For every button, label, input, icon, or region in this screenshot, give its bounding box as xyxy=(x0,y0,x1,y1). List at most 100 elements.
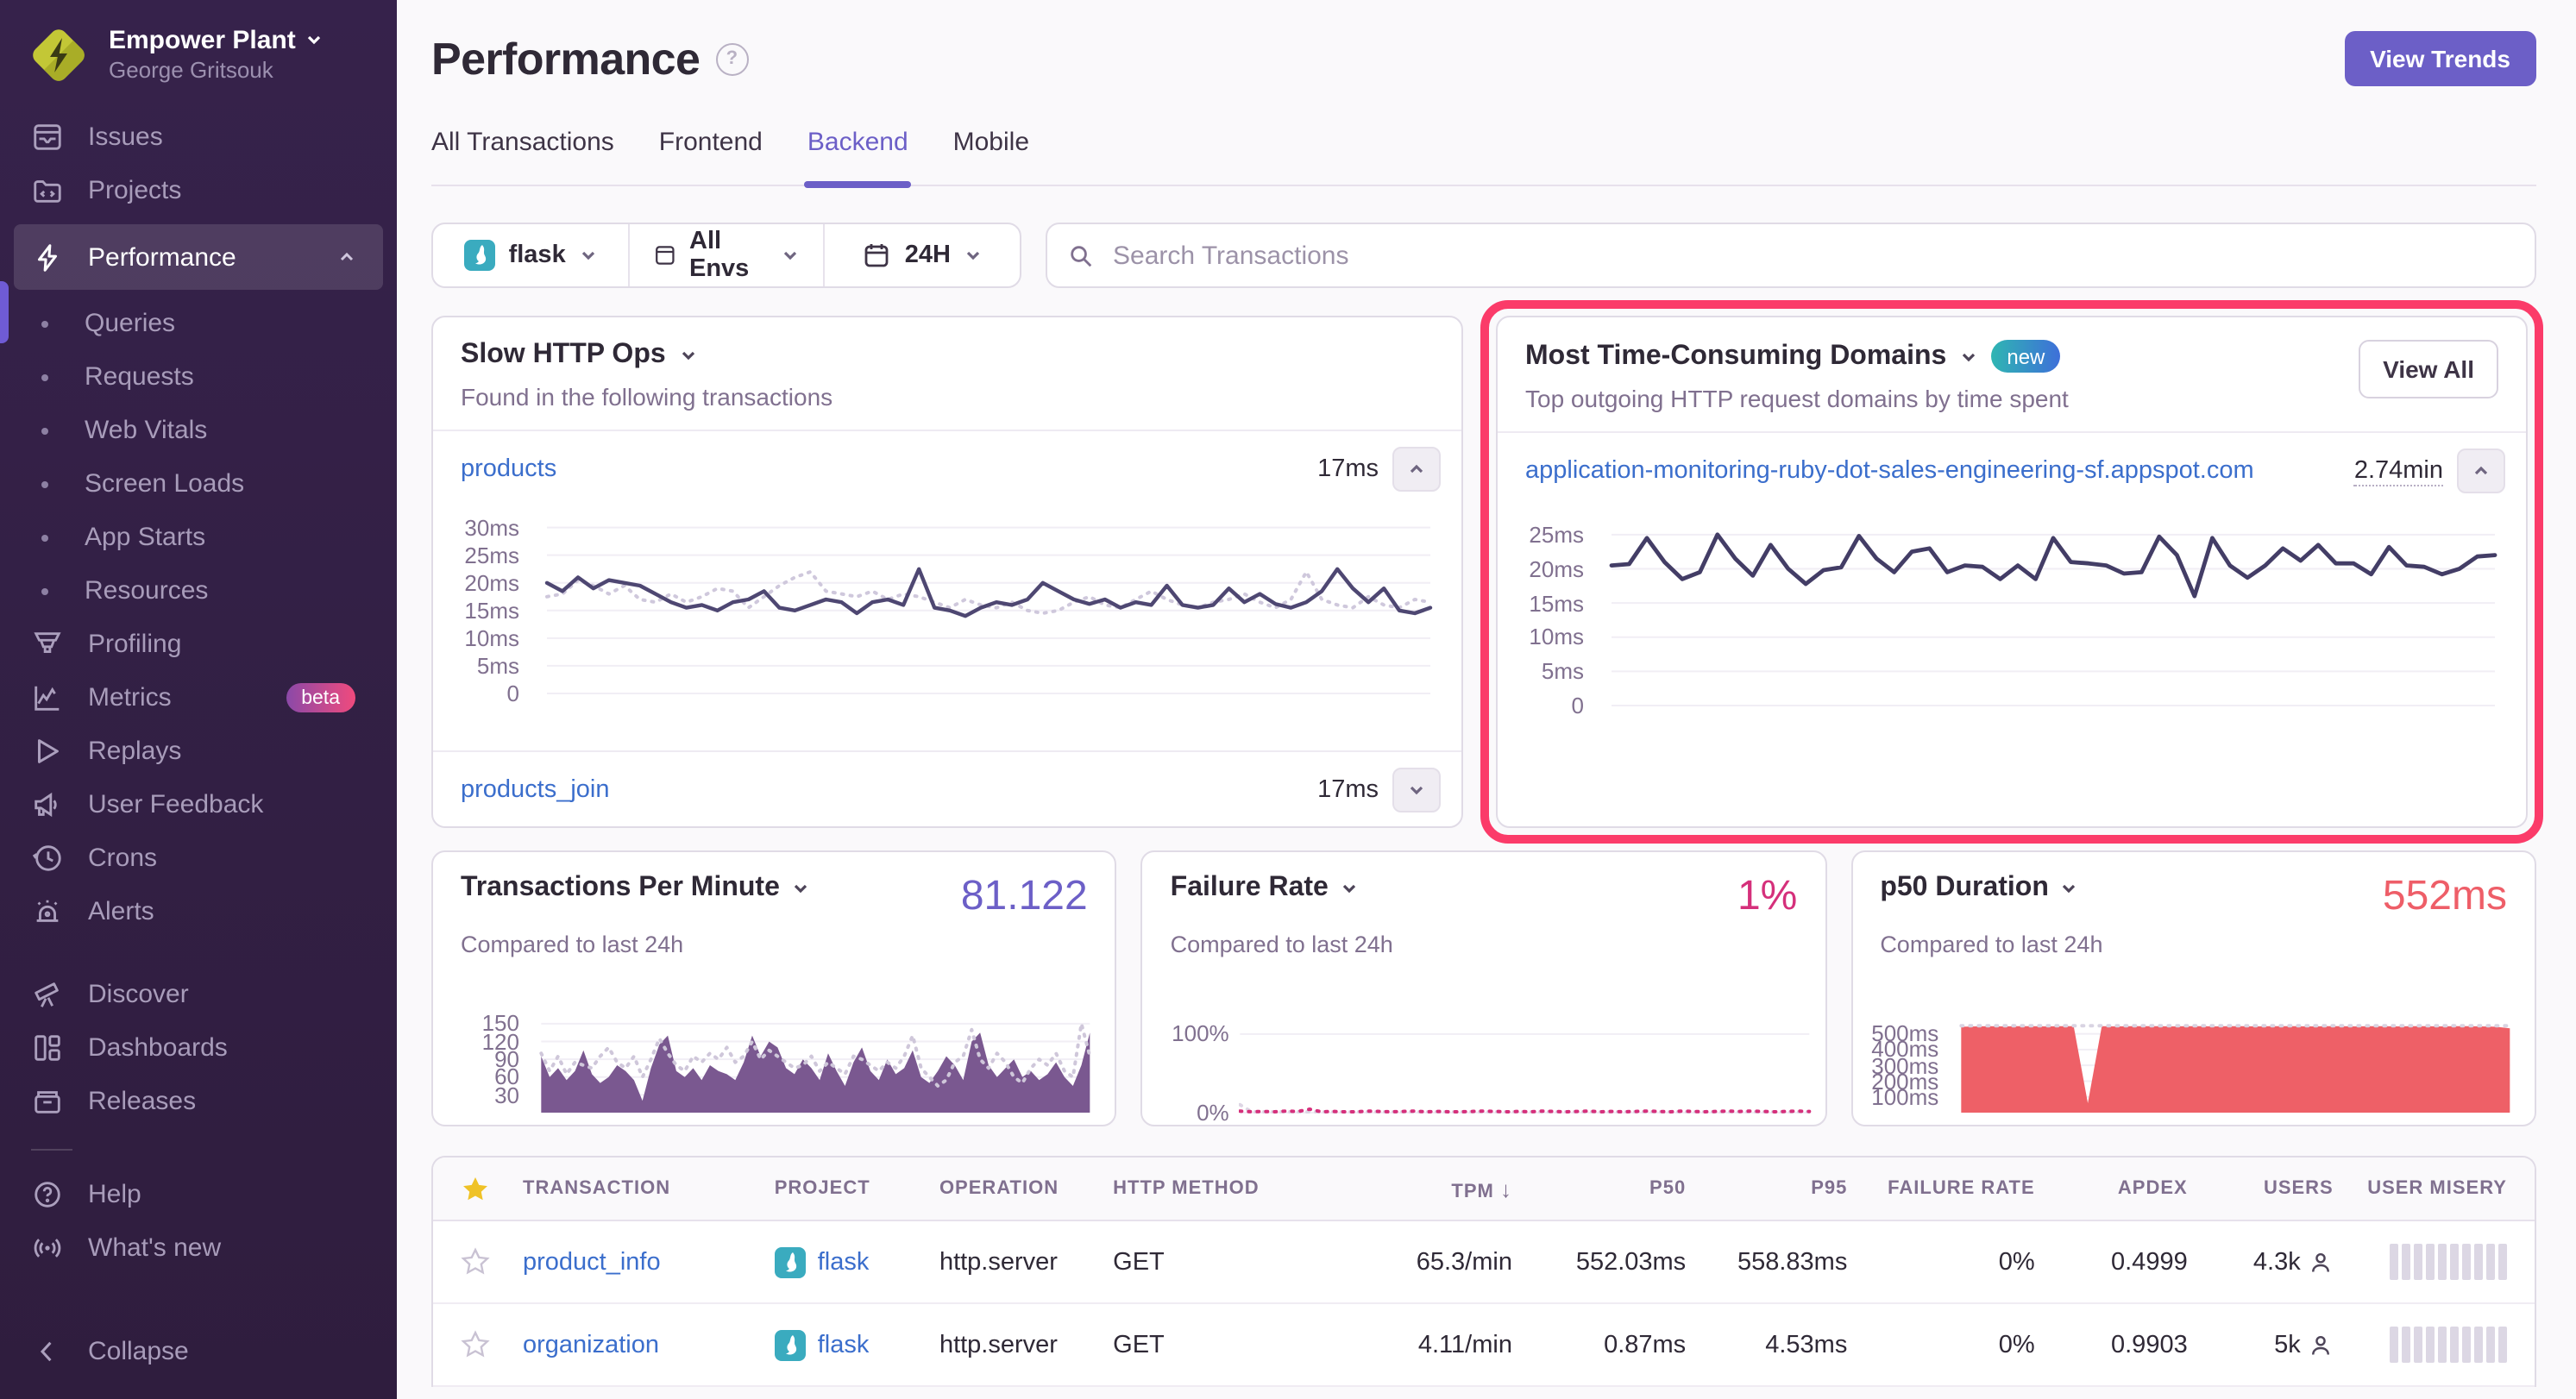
collapse-row-button[interactable] xyxy=(1392,447,1441,492)
new-badge: new xyxy=(1991,340,2060,373)
project-filter[interactable]: flask xyxy=(433,224,627,286)
flask-project-icon xyxy=(464,240,495,271)
transaction-link[interactable]: organization xyxy=(523,1331,659,1358)
col-failure-rate[interactable]: FAILURE RATE xyxy=(1847,1178,2034,1199)
chevron-down-icon xyxy=(782,247,800,264)
slow-http-ops-title[interactable]: Slow HTTP Ops xyxy=(461,340,1434,371)
search-box xyxy=(1046,223,2536,288)
col-http-method[interactable]: HTTP METHOD xyxy=(1113,1178,1295,1199)
failure-rate-title[interactable]: Failure Rate xyxy=(1171,873,1358,904)
sidebar-item-requests[interactable]: Requests xyxy=(0,350,397,404)
col-p95[interactable]: P95 xyxy=(1686,1178,1847,1199)
issues-icon xyxy=(31,121,64,154)
col-p50[interactable]: P50 xyxy=(1512,1178,1686,1199)
domains-chart: 25ms20ms15ms10ms5ms0 xyxy=(1498,507,2526,718)
col-apdex[interactable]: APDEX xyxy=(2035,1178,2188,1199)
filter-group: flask All Envs 24H xyxy=(431,223,1021,288)
search-input[interactable] xyxy=(1109,239,2514,272)
active-nav-accent xyxy=(0,281,9,343)
col-project[interactable]: PROJECT xyxy=(775,1178,939,1199)
performance-icon xyxy=(31,241,64,273)
products-join-link[interactable]: products_join xyxy=(461,776,610,804)
project-link[interactable]: flask xyxy=(818,1331,870,1358)
date-range-filter[interactable]: 24H xyxy=(824,224,1020,286)
domains-subtitle: Top outgoing HTTP request domains by tim… xyxy=(1525,385,2069,412)
chevron-down-icon xyxy=(580,247,597,264)
org-switcher[interactable]: Empower Plant George Gritsouk xyxy=(0,0,397,86)
sidebar-item-replays[interactable]: Replays xyxy=(0,725,397,778)
col-operation[interactable]: OPERATION xyxy=(939,1178,1113,1199)
sidebar-item-queries[interactable]: Queries xyxy=(0,297,397,350)
sidebar-item-projects[interactable]: Projects xyxy=(0,164,397,217)
sidebar-item-user-feedback[interactable]: User Feedback xyxy=(0,778,397,831)
slow-http-ops-subtitle: Found in the following transactions xyxy=(461,383,1434,411)
star-toggle[interactable] xyxy=(461,1330,523,1359)
sidebar-item-resources[interactable]: Resources xyxy=(0,564,397,618)
sidebar-item-help[interactable]: Help xyxy=(0,1168,397,1221)
sidebar-item-screen-loads[interactable]: Screen Loads xyxy=(0,457,397,511)
tpm-title[interactable]: Transactions Per Minute xyxy=(461,873,809,904)
environment-filter[interactable]: All Envs xyxy=(627,224,823,286)
chevron-down-icon xyxy=(792,880,809,897)
project-cell: flask xyxy=(775,1329,939,1360)
sidebar-item-dashboards[interactable]: Dashboards xyxy=(0,1021,397,1075)
org-user: George Gritsouk xyxy=(109,56,273,82)
sidebar-item-web-vitals[interactable]: Web Vitals xyxy=(0,404,397,457)
operation-cell: http.server xyxy=(939,1331,1113,1358)
bullet-icon xyxy=(41,373,48,380)
sidebar-item-releases[interactable]: Releases xyxy=(0,1075,397,1128)
projects-icon xyxy=(31,174,64,207)
sidebar-item-whats-new[interactable]: What's new xyxy=(0,1221,397,1275)
project-link[interactable]: flask xyxy=(818,1248,870,1276)
col-transaction[interactable]: TRANSACTION xyxy=(523,1178,775,1199)
p50-cell: 552.03ms xyxy=(1512,1248,1686,1276)
sidebar-item-discover[interactable]: Discover xyxy=(0,968,397,1021)
sidebar-item-crons[interactable]: Crons xyxy=(0,831,397,885)
slow-http-ops-chart: 30ms25ms20ms15ms10ms5ms0 xyxy=(433,505,1461,706)
failure-rate-cell: 0% xyxy=(1847,1331,2034,1358)
sidebar-nav: Issues Projects Performance Queries Requ… xyxy=(0,110,397,1275)
page-title: Performance xyxy=(431,32,700,85)
sidebar-collapse-button[interactable]: Collapse xyxy=(0,1325,397,1378)
tab-bar: All Transactions Frontend Backend Mobile xyxy=(431,128,2536,186)
metrics-icon xyxy=(31,681,64,714)
view-all-button[interactable]: View All xyxy=(2359,340,2498,398)
tab-frontend[interactable]: Frontend xyxy=(659,128,763,185)
transaction-link[interactable]: product_info xyxy=(523,1248,661,1276)
products-join-duration: 17ms xyxy=(1317,776,1379,804)
sort-desc-icon: ↓ xyxy=(1500,1176,1512,1201)
http-method-cell: GET xyxy=(1113,1331,1295,1358)
expand-row-button[interactable] xyxy=(1392,768,1441,812)
domains-title[interactable]: Most Time-Consuming Domains new xyxy=(1525,340,2069,373)
sidebar-item-profiling[interactable]: Profiling xyxy=(0,618,397,671)
most-time-consuming-domains-card: Most Time-Consuming Domains new Top outg… xyxy=(1496,316,2528,828)
bullet-icon xyxy=(41,480,48,487)
star-column-header[interactable] xyxy=(461,1174,523,1203)
tab-all-transactions[interactable]: All Transactions xyxy=(431,128,614,185)
sidebar-item-app-starts[interactable]: App Starts xyxy=(0,511,397,564)
domain-link[interactable]: application-monitoring-ruby-dot-sales-en… xyxy=(1525,457,2254,485)
star-toggle[interactable] xyxy=(461,1247,523,1277)
sidebar-item-alerts[interactable]: Alerts xyxy=(0,885,397,938)
tab-mobile[interactable]: Mobile xyxy=(953,128,1029,185)
main-content: Performance ? View Trends All Transactio… xyxy=(397,0,2576,1399)
user-misery-bar xyxy=(2334,1244,2507,1280)
transaction-row-products-join: products_join 17ms xyxy=(433,752,1461,826)
page-help-icon[interactable]: ? xyxy=(715,42,748,75)
collapse-row-button[interactable] xyxy=(2457,449,2505,493)
sidebar-item-performance[interactable]: Performance xyxy=(14,224,383,290)
tpm-cell: 4.11/min xyxy=(1295,1331,1512,1358)
col-tpm-sorted[interactable]: TPM ↓ xyxy=(1295,1176,1512,1201)
org-logo-icon xyxy=(28,24,90,86)
table-row: organization flask http.serverGET4.11/min 0… xyxy=(433,1304,2535,1387)
products-link[interactable]: products xyxy=(461,455,556,483)
col-user-misery[interactable]: USER MISERY xyxy=(2334,1178,2507,1199)
sidebar-item-metrics[interactable]: Metrics beta xyxy=(0,671,397,725)
tab-backend[interactable]: Backend xyxy=(807,128,908,185)
col-users[interactable]: USERS xyxy=(2188,1178,2334,1199)
p50-duration-title[interactable]: p50 Duration xyxy=(1880,873,2078,904)
app-window: Empower Plant George Gritsouk Issues Pro… xyxy=(0,0,2576,1399)
transaction-cell: organization xyxy=(523,1331,775,1358)
sidebar-item-issues[interactable]: Issues xyxy=(0,110,397,164)
view-trends-button[interactable]: View Trends xyxy=(2344,31,2536,86)
